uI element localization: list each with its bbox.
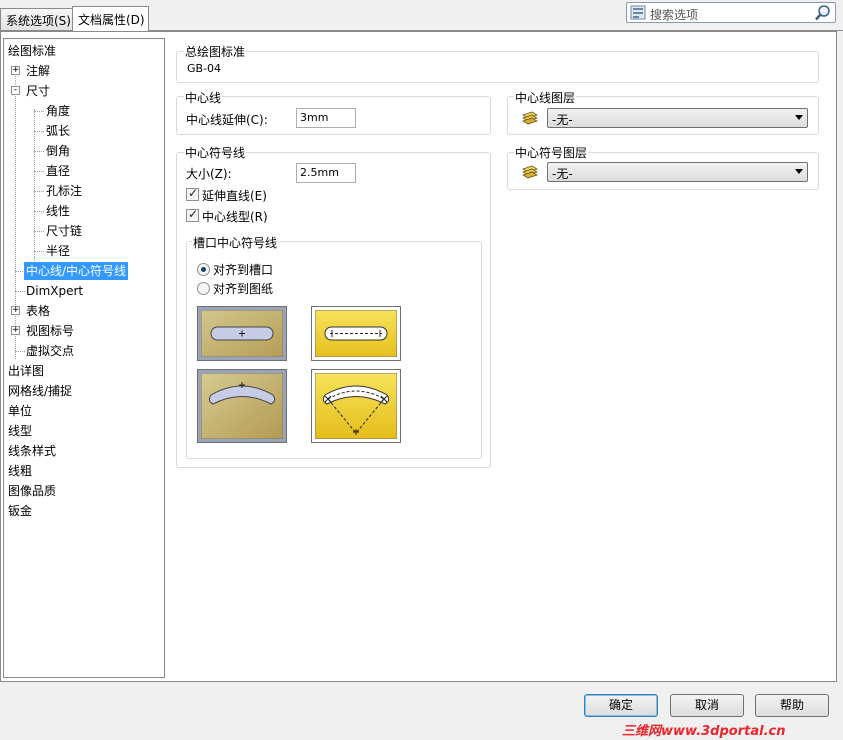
centerline-font-checkbox[interactable] bbox=[186, 207, 199, 222]
arc-slot-plain-button[interactable] bbox=[197, 369, 287, 443]
magnifier-icon[interactable] bbox=[814, 4, 832, 22]
options-search-icon bbox=[630, 5, 646, 20]
chevron-down-icon bbox=[795, 115, 803, 120]
layer-icon bbox=[522, 165, 538, 179]
align-to-sheet-label: 对齐到图纸 bbox=[213, 282, 274, 296]
ok-button[interactable]: 确定 bbox=[584, 694, 658, 717]
tree-item[interactable]: 线型 bbox=[8, 422, 32, 440]
straight-slot-centerline-button[interactable] bbox=[311, 306, 401, 361]
tree-item[interactable]: 虚拟交点 bbox=[26, 342, 74, 360]
tree-item[interactable]: 绘图标准 bbox=[8, 42, 56, 60]
options-panel: 绘图标准注解 + 尺寸 - 角度弧长倒角直径孔标注线性尺寸链半径中心线/中心符号线 Dim… bbox=[0, 31, 837, 682]
align-to-slot-label: 对齐到槽口 bbox=[213, 263, 274, 277]
slot-centermark-title: 槽口中心符号线 bbox=[192, 234, 279, 251]
straight-slot-centerline-icon bbox=[315, 310, 397, 357]
tree-item[interactable]: 中心线/中心符号线 bbox=[24, 262, 129, 280]
tree-item[interactable]: 表格 bbox=[26, 302, 50, 320]
window-edge bbox=[837, 0, 843, 740]
tree-item[interactable]: 弧长 bbox=[46, 122, 70, 140]
centerline-layer-select[interactable]: -无- bbox=[547, 108, 808, 128]
tree-item[interactable]: 尺寸 bbox=[26, 82, 50, 100]
tree-item[interactable]: 钣金 bbox=[8, 502, 32, 520]
tree-item[interactable]: 角度 bbox=[46, 102, 70, 120]
layer-icon bbox=[522, 111, 538, 125]
tree-item[interactable]: 线条样式 bbox=[8, 442, 56, 460]
arc-slot-plain-icon bbox=[201, 373, 283, 439]
tree-item[interactable]: 单位 bbox=[8, 402, 32, 420]
centerline-font-label: 中心线型(R) bbox=[202, 210, 268, 224]
tree-item[interactable]: 视图标号 bbox=[26, 322, 74, 340]
centerline-extension-label: 中心线延伸(C): bbox=[186, 113, 268, 127]
help-button[interactable]: 帮助 bbox=[755, 694, 829, 717]
centerline-extension-input[interactable]: 3mm bbox=[296, 108, 356, 128]
centermark-layer-select[interactable]: -无- bbox=[547, 162, 808, 182]
tree-item[interactable]: 线粗 bbox=[8, 462, 32, 480]
expand-icon[interactable]: + bbox=[11, 306, 20, 315]
tree-item[interactable]: 倒角 bbox=[46, 142, 70, 160]
arc-slot-centerline-icon bbox=[315, 373, 397, 439]
overall-standard-title: 总绘图标准 bbox=[184, 43, 247, 60]
tree-item[interactable]: DimXpert bbox=[26, 282, 83, 300]
tree-item[interactable]: 线性 bbox=[46, 202, 70, 220]
centermark-size-label: 大小(Z): bbox=[186, 167, 232, 181]
centerline-layer-title: 中心线图层 bbox=[514, 89, 577, 106]
tree-guide bbox=[34, 109, 35, 279]
overall-standard-group bbox=[176, 51, 819, 83]
tree-item[interactable]: 注解 bbox=[26, 62, 50, 80]
align-to-slot-radio[interactable] bbox=[197, 263, 210, 276]
search-input[interactable]: 搜索选项 bbox=[650, 6, 698, 23]
expand-icon[interactable]: + bbox=[11, 326, 20, 335]
tree-item[interactable]: 图像品质 bbox=[8, 482, 56, 500]
search-box[interactable]: 搜索选项 bbox=[626, 2, 836, 23]
tree-guide bbox=[15, 69, 16, 359]
tab-document-properties[interactable]: 文档属性(D) bbox=[72, 6, 149, 31]
tree-guide bbox=[34, 191, 44, 192]
expand-icon[interactable]: + bbox=[11, 66, 20, 75]
chevron-down-icon bbox=[795, 169, 803, 174]
tree-guide bbox=[15, 351, 25, 352]
straight-slot-plain-button[interactable] bbox=[197, 306, 287, 361]
extend-lines-checkbox[interactable] bbox=[186, 186, 199, 201]
centermark-size-input[interactable]: 2.5mm bbox=[296, 163, 356, 183]
tree-guide bbox=[34, 231, 44, 232]
align-to-sheet-radio[interactable] bbox=[197, 282, 210, 295]
arc-slot-centerline-button[interactable] bbox=[311, 369, 401, 443]
tree-item[interactable]: 直径 bbox=[46, 162, 70, 180]
tree-item[interactable]: 半径 bbox=[46, 242, 70, 260]
tree-guide bbox=[34, 211, 44, 212]
collapse-icon[interactable]: - bbox=[11, 86, 20, 95]
centerline-layer-value: -无- bbox=[552, 113, 573, 127]
options-tree[interactable]: 绘图标准注解 + 尺寸 - 角度弧长倒角直径孔标注线性尺寸链半径中心线/中心符号线 Dim… bbox=[3, 38, 165, 678]
tree-item[interactable]: 网格线/捕捉 bbox=[8, 382, 72, 400]
tree-guide bbox=[34, 131, 44, 132]
tree-guide bbox=[34, 111, 44, 112]
tab-system-options[interactable]: 系统选项(S) bbox=[0, 8, 73, 30]
centerline-title: 中心线 bbox=[184, 89, 223, 106]
tree-guide bbox=[34, 171, 44, 172]
centermark-layer-title: 中心符号图层 bbox=[514, 144, 589, 161]
straight-slot-plain-icon bbox=[201, 310, 283, 357]
centermark-layer-value: -无- bbox=[552, 167, 573, 181]
tree-item[interactable]: 尺寸链 bbox=[46, 222, 82, 240]
tree-guide bbox=[15, 271, 25, 272]
cancel-button[interactable]: 取消 bbox=[670, 694, 744, 717]
tree-guide bbox=[34, 251, 44, 252]
tree-guide bbox=[15, 291, 25, 292]
extend-lines-label: 延伸直线(E) bbox=[202, 189, 267, 203]
centermark-title: 中心符号线 bbox=[184, 144, 247, 161]
site-watermark: 三维网www.3dportal.cn bbox=[622, 724, 786, 739]
overall-standard-value: GB-04 bbox=[187, 62, 222, 75]
tree-item[interactable]: 出详图 bbox=[8, 362, 44, 380]
tree-guide bbox=[34, 151, 44, 152]
tree-item[interactable]: 孔标注 bbox=[46, 182, 82, 200]
